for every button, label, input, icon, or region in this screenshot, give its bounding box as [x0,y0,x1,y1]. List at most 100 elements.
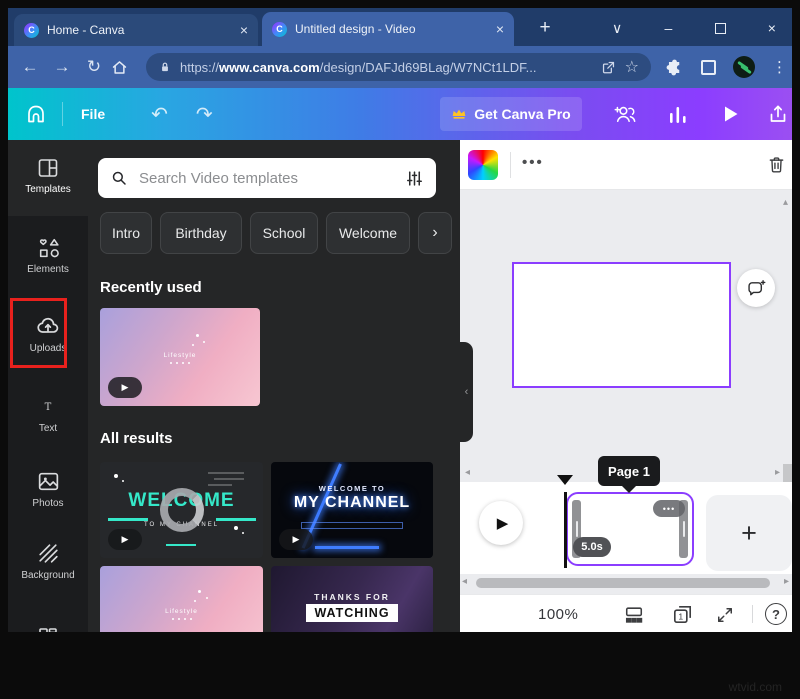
search-bar[interactable] [98,158,436,198]
add-comment-button[interactable] [737,269,775,307]
sidebar-item-more-apps[interactable] [8,604,88,632]
canvas-scroll-up-icon[interactable]: ▴ [783,198,788,208]
timeline-clip-page-1[interactable]: ••• 5.0s [566,492,694,566]
header-divider [62,102,63,126]
status-bar: 100% 1 ? [460,594,792,632]
bookmark-star-icon[interactable]: ☆ [625,57,639,77]
share-export-icon[interactable] [766,102,790,126]
templates-panel: Intro Birthday School Welcome › Recently… [88,140,460,632]
file-menu[interactable]: File [81,106,105,122]
forward-icon[interactable]: → [46,57,78,77]
canva-home-icon[interactable] [24,102,48,126]
teal-bar-decor [166,544,196,546]
canva-favicon: C [24,23,39,38]
sidebar-item-photos[interactable]: Photos [8,460,88,518]
uploads-annotation-box [10,298,67,368]
preview-play-icon[interactable] [718,102,742,126]
photos-icon [36,469,61,494]
template-thumbnail-welcome[interactable]: WELCOME TO MY CHANNEL ▶ [100,462,263,558]
sidebar-item-templates[interactable]: Templates [8,146,88,204]
sidebar-item-elements[interactable]: Elements [8,226,88,284]
add-people-icon[interactable] [612,101,639,127]
search-icon [110,169,128,187]
timeline-scroll-right-icon[interactable]: ▸ [775,468,780,478]
redo-icon[interactable]: ↷ [196,102,213,127]
hud-decor [214,478,244,480]
video-play-badge[interactable]: ▶ [108,377,142,398]
design-stage: ••• ▴ ‹ ◂ ▸ Page 1 ▶ [460,140,792,632]
browser-menu-chevron-icon[interactable]: ∨ [612,20,622,37]
recently-used-heading: Recently used [100,279,202,296]
color-picker-swatch[interactable] [468,150,498,180]
loading-spinner [160,488,204,532]
extension-avatar-icon[interactable] [733,56,755,78]
plus-icon: + [741,518,757,549]
filter-sliders-icon[interactable] [405,169,424,188]
stats-chart-icon[interactable] [666,104,690,126]
add-page-button[interactable]: + [706,495,792,571]
trash-icon[interactable] [766,154,787,175]
hscrollbar-thumb[interactable] [476,578,770,588]
maximize-icon[interactable] [715,23,726,34]
letterbox-bottom: wtvid.com [0,632,800,699]
dots-decor [100,362,260,364]
template-thumbnail-my-channel[interactable]: WELCOME TO MY CHANNEL ▶ [271,462,433,558]
thumbnail-kicker: WELCOME TO [271,484,433,493]
timeline-scroll-left-icon[interactable]: ◂ [465,468,470,478]
toolbar-divider [510,152,511,178]
recent-template-thumbnail[interactable]: Lifestyle ▶ [100,308,260,406]
share-page-icon[interactable] [600,59,617,76]
tab-untitled-design[interactable]: C Untitled design - Video × [262,12,514,46]
pill-school[interactable]: School [250,212,318,254]
hscroll-left-icon[interactable]: ◂ [462,577,467,587]
pill-welcome[interactable]: Welcome [326,212,410,254]
window-controls: ∨ – × [596,14,792,42]
undo-icon[interactable]: ↶ [151,102,168,127]
search-input[interactable] [137,169,396,188]
template-thumbnail-lifestyle[interactable]: Lifestyle [100,566,263,632]
hscroll-right-icon[interactable]: ▸ [784,577,789,587]
watermark: wtvid.com [729,680,782,694]
sidebar-item-background[interactable]: Background [8,532,88,590]
canvas-page[interactable] [512,262,731,388]
pill-birthday[interactable]: Birthday [160,212,242,254]
minimize-icon[interactable]: – [665,20,673,36]
back-icon[interactable]: ← [14,57,46,77]
get-canva-pro-button[interactable]: Get Canva Pro [440,97,582,131]
fullscreen-icon[interactable] [715,605,735,625]
video-play-badge[interactable]: ▶ [108,529,142,550]
video-play-badge[interactable]: ▶ [279,529,313,550]
playhead-marker[interactable] [557,475,573,485]
address-bar[interactable]: https://www.canva.com/design/DAFJd69BLag… [146,53,651,81]
pills-scroll-right-button[interactable]: › [418,212,452,254]
help-button[interactable]: ? [765,603,787,625]
reload-icon[interactable]: ↻ [78,57,110,77]
pages-view-icon[interactable]: 1 [670,602,695,627]
tab-close-icon[interactable]: × [496,22,504,36]
timeline-play-button[interactable]: ▶ [479,501,523,545]
editor-sidebar: Templates Elements Uploads T Text Photos [8,140,88,632]
thumbnail-title: WATCHING [306,604,397,622]
browser-tab-bar: C Home - Canva × C Untitled design - Vid… [8,8,792,46]
template-thumbnail-thanks-for-watching[interactable]: THANKS FOR WATCHING [271,566,433,632]
clip-options-icon[interactable]: ••• [653,500,685,517]
panel-collapse-handle[interactable]: ‹ [460,342,473,442]
play-icon: ▶ [122,534,129,545]
pill-intro[interactable]: Intro [100,212,152,254]
tab-home-canva[interactable]: C Home - Canva × [14,14,258,46]
sidebar-item-text[interactable]: T Text [8,386,88,444]
extensions-puzzle-icon[interactable] [665,58,684,77]
chevron-left-icon: ‹ [465,386,469,398]
more-options-icon[interactable]: ••• [522,154,544,171]
timeline-view-icon[interactable] [623,605,645,625]
play-icon: ▶ [122,382,129,393]
browser-kebab-menu-icon[interactable]: ⋮ [772,58,787,76]
new-tab-button[interactable]: + [532,15,558,41]
tab-close-icon[interactable]: × [240,23,248,37]
browser-toolbar: ← → ↻ https://www.canva.com/design/DAFJd… [8,46,792,88]
play-icon: ▶ [497,514,509,532]
zoom-level[interactable]: 100% [538,606,578,623]
side-panel-icon[interactable] [701,60,716,75]
window-close-icon[interactable]: × [768,20,776,36]
browser-home-icon[interactable] [110,58,142,77]
